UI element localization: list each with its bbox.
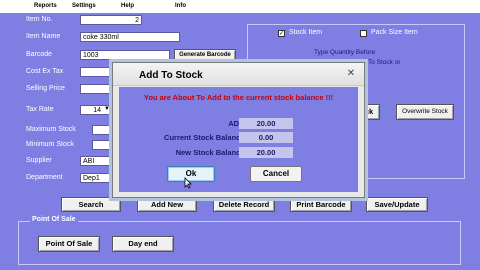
overwrite-stock-button[interactable]: Overwrite Stock (396, 104, 454, 120)
supplier-select[interactable]: ABI (80, 156, 112, 166)
generate-barcode-button[interactable]: Generate Barcode (174, 49, 236, 61)
minimum-stock-field[interactable] (92, 140, 112, 150)
maximum-stock-field[interactable] (92, 125, 112, 135)
stock-item-checkbox[interactable]: ✓ (278, 30, 285, 37)
point-of-sale-button[interactable]: Point Of Sale (38, 236, 100, 252)
hint-text-line2: To Stock or (368, 59, 401, 66)
barcode-label: Barcode (26, 51, 53, 58)
department-select[interactable]: Dep1 (80, 173, 112, 183)
day-end-button[interactable]: Day end (112, 236, 174, 252)
add-value: 20.00 (239, 118, 293, 129)
new-stock-value: 20.00 (239, 147, 293, 158)
tax-rate-label: Tax Rate (26, 106, 54, 113)
dialog-message: You are About To Add to the current stoc… (143, 93, 334, 102)
mouse-pointer-icon (184, 177, 192, 189)
save-update-button[interactable]: Save/Update (366, 197, 428, 212)
current-stock-value: 0.00 (239, 132, 293, 143)
selling-price-label: Selling Price (26, 85, 65, 92)
hint-text-line1: Type Quantity Before (314, 49, 376, 56)
close-icon[interactable]: ✕ (346, 69, 356, 79)
add-to-stock-dialog: Add To Stock ✕ You are About To Add to t… (112, 62, 365, 198)
item-no-field[interactable]: 2 (80, 15, 142, 25)
item-name-field[interactable]: coke 330ml (80, 32, 180, 42)
menu-info[interactable]: Info (175, 3, 186, 9)
maximum-stock-label: Maximum Stock (26, 126, 76, 133)
point-of-sale-legend: Point Of Sale (30, 216, 78, 223)
dialog-title-bar: Add To Stock ✕ (113, 63, 364, 86)
department-label: Department (26, 174, 63, 181)
cancel-button[interactable]: Cancel (250, 166, 302, 182)
delete-record-button[interactable]: Delete Record (213, 197, 275, 212)
menu-bar: Reports Settings Help Info (0, 0, 480, 14)
item-no-label: Item No. (26, 16, 53, 23)
pack-size-item-checkbox[interactable] (360, 30, 367, 37)
cost-ex-tax-label: Cost Ex Tax (26, 68, 64, 75)
dialog-body: You are About To Add to the current stoc… (119, 87, 358, 192)
new-stock-label: New Stock Balance: (175, 148, 247, 157)
menu-settings[interactable]: Settings (72, 3, 96, 9)
print-barcode-button[interactable]: Print Barcode (290, 197, 352, 212)
search-button[interactable]: Search (61, 197, 121, 212)
item-name-label: Item Name (26, 33, 61, 40)
chevron-down-icon[interactable]: ▼ (104, 106, 110, 112)
stock-item-label: Stock Item (289, 29, 323, 36)
dialog-title: Add To Stock (139, 70, 203, 81)
add-new-button[interactable]: Add New (137, 197, 197, 212)
supplier-label: Supplier (26, 157, 52, 164)
barcode-field[interactable]: 1003 (80, 50, 170, 60)
menu-reports[interactable]: Reports (34, 3, 57, 9)
minimum-stock-label: Minimum Stock (26, 141, 74, 148)
menu-help[interactable]: Help (121, 3, 134, 9)
pack-size-item-label: Pack Size Item (371, 29, 418, 36)
current-stock-label: Current Stock Balance: (164, 133, 247, 142)
